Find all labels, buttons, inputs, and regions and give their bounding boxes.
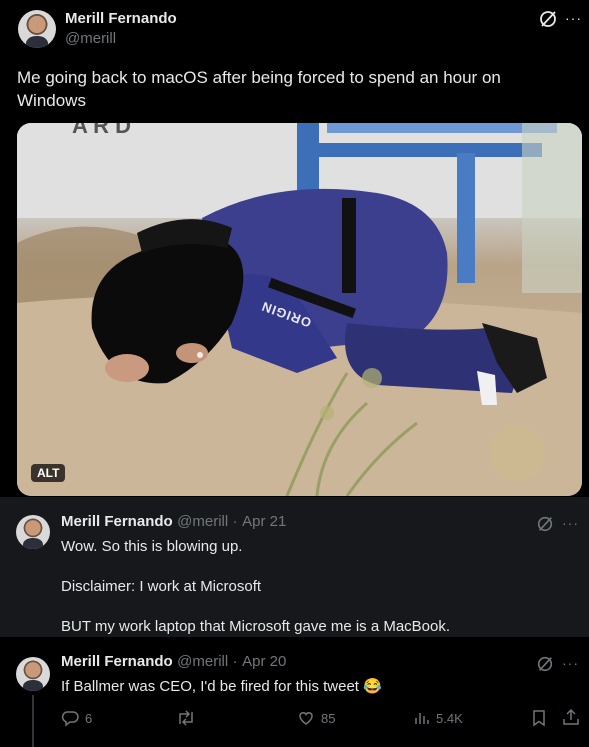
reply-count: 6: [85, 710, 93, 726]
reply-text: Wow. So this is blowing up. Disclaimer: …: [61, 537, 561, 637]
timestamp[interactable]: Apr 20: [242, 653, 286, 670]
svg-text:A R D: A R D: [72, 123, 131, 138]
author-name[interactable]: Merill Fernando: [65, 10, 177, 27]
views-icon: [415, 713, 429, 724]
view-count: 5.4K: [436, 710, 463, 726]
author-handle[interactable]: @merill: [177, 513, 228, 530]
tweet-photo[interactable]: A R D ORIGIN ALT: [17, 123, 582, 496]
photo-scene: A R D: [17, 123, 582, 496]
reply-action[interactable]: 6: [61, 708, 92, 728]
tweet-text: Me going back to macOS after being force…: [17, 66, 572, 112]
bookmark-action[interactable]: [531, 709, 547, 732]
views-action[interactable]: 5.4K: [414, 708, 463, 728]
like-icon: [299, 712, 313, 725]
separator: ·: [232, 513, 238, 530]
retweet-action[interactable]: [176, 708, 196, 728]
thread-line: [32, 695, 34, 747]
reply-tweet[interactable]: Merill Fernando @merill · Apr 20 ··· If …: [0, 637, 589, 747]
author-name[interactable]: Merill Fernando: [61, 653, 173, 670]
alt-badge[interactable]: ALT: [31, 464, 66, 482]
author-handle[interactable]: @merill: [65, 30, 116, 47]
separator: ·: [232, 653, 238, 670]
reply-tweet[interactable]: Merill Fernando @merill · Apr 21 ··· Wow…: [0, 497, 589, 637]
share-action[interactable]: [562, 708, 580, 731]
more-icon[interactable]: ···: [565, 10, 582, 26]
avatar[interactable]: [18, 10, 56, 48]
reply-header: Merill Fernando @merill · Apr 20: [61, 653, 286, 671]
grok-icon[interactable]: [538, 9, 558, 29]
tweet-text-line: Me going back to macOS after being force…: [17, 68, 501, 87]
reply-line: BUT my work laptop that Microsoft gave m…: [61, 618, 451, 635]
reply-line: Wow. So this is blowing up.: [61, 538, 243, 555]
author-name[interactable]: Merill Fernando: [61, 513, 173, 530]
author-handle[interactable]: @merill: [177, 653, 228, 670]
reply-text: If Ballmer was CEO, I'd be fired for thi…: [61, 678, 382, 695]
avatar[interactable]: [16, 657, 50, 691]
reply-line: Disclaimer: I work at Microsoft: [61, 578, 262, 595]
more-icon[interactable]: ···: [562, 515, 579, 531]
grok-icon[interactable]: [536, 515, 554, 533]
like-count: 85: [321, 710, 336, 726]
reply-header: Merill Fernando @merill · Apr 21: [61, 513, 286, 531]
retweet-icon: [179, 710, 193, 726]
grok-icon[interactable]: [536, 655, 554, 673]
bookmark-icon: [533, 710, 545, 727]
like-action[interactable]: 85: [297, 708, 335, 728]
reply-icon: [61, 711, 79, 727]
timestamp[interactable]: Apr 21: [242, 513, 286, 530]
tweet-text-line: Windows: [17, 91, 86, 110]
more-icon[interactable]: ···: [562, 655, 579, 671]
avatar[interactable]: [16, 515, 50, 549]
share-icon: [563, 708, 579, 725]
